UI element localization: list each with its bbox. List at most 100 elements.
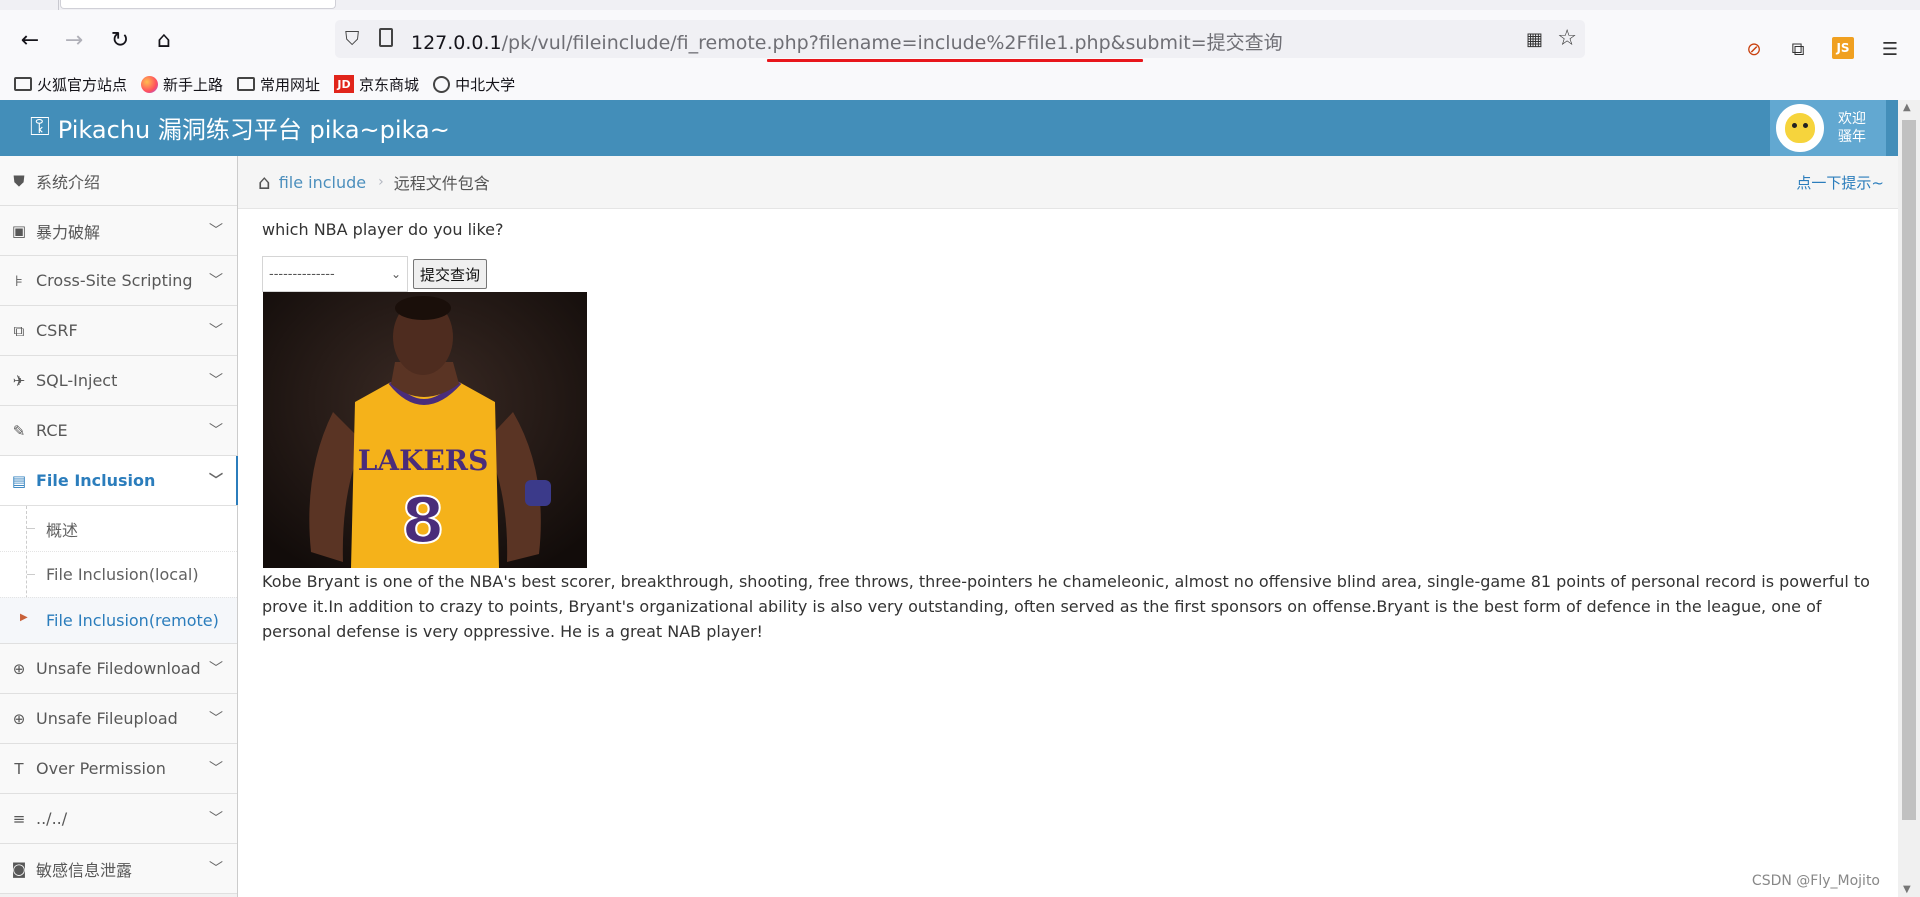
bookmark-item[interactable]: 中北大学	[433, 74, 515, 95]
sidebar-item-label: Over Permission	[36, 759, 166, 778]
url-query: filename=include%2Ffile1.php&submit=提交查询	[818, 32, 1283, 54]
bookmark-label: 常用网址	[260, 75, 321, 94]
bookmark-label: 京东商城	[359, 75, 420, 94]
sidebar-item-sqli[interactable]: ✈ SQL-Inject ﹀	[0, 356, 237, 406]
sidebar-item-fileupload[interactable]: ⊕ Unsafe Fileupload ﹀	[0, 694, 237, 744]
welcome-line2: 骚年	[1838, 129, 1866, 145]
sidebar-item-label: Cross-Site Scripting	[36, 271, 193, 290]
sidebar-item-label: RCE	[36, 421, 68, 440]
page-info-icon[interactable]	[379, 28, 393, 47]
tab-separator	[58, 0, 59, 10]
chevron-down-icon: ﹀	[209, 373, 223, 389]
camera-icon: ◙	[11, 859, 27, 878]
caret-right-icon: ▶	[20, 612, 28, 623]
align-left-icon: ≡	[12, 809, 26, 828]
sidebar-item-info-leak[interactable]: ◙ 敏感信息泄露 ﹀	[0, 844, 237, 894]
firefox-icon	[141, 75, 159, 93]
brand[interactable]: ⚿ Pikachu 漏洞练习平台 pika~pika~	[30, 110, 450, 145]
sidebar-item-bruteforce[interactable]: ▣ 暴力破解 ﹀	[0, 206, 237, 256]
address-bar[interactable]: ⛉ 127.0.0.1/pk/vul/fileinclude/fi_remote…	[335, 20, 1585, 58]
lock-icon: ▣	[11, 221, 27, 240]
app-header: ⚿ Pikachu 漏洞练习平台 pika~pika~ 欢迎 骚年	[0, 100, 1898, 156]
bookmark-item[interactable]: 火狐官方站点	[14, 74, 127, 95]
bookmark-label: 火狐官方站点	[37, 75, 128, 94]
submit-button[interactable]: 提交查询	[413, 259, 488, 289]
bookmark-item[interactable]: 新手上路	[141, 74, 223, 95]
home-icon[interactable]: ⌂	[258, 170, 271, 194]
sidebar-item-intro[interactable]: ⛊ 系统介绍	[0, 156, 237, 206]
browser-tab[interactable]	[60, 0, 336, 9]
kobe-bryant-photo: LAKERS 8	[263, 292, 587, 568]
breadcrumb-current: 远程文件包含	[393, 174, 490, 193]
sidebar-item-label: 系统介绍	[36, 172, 101, 192]
player-description: Kobe Bryant is one of the NBA's best sco…	[262, 572, 1870, 641]
submenu-item-overview[interactable]: 概述	[0, 506, 237, 551]
extensions-icon[interactable]: ⧉	[1786, 37, 1810, 61]
bookmark-item[interactable]: 常用网址	[237, 74, 320, 95]
chevron-down-icon: ﹀	[209, 323, 223, 339]
avatar	[1776, 104, 1824, 152]
tags-icon: ⛊	[13, 171, 25, 190]
home-icon[interactable]: ⌂	[150, 26, 178, 54]
breadcrumb-separator: ›	[378, 174, 384, 190]
sidebar-item-dir-traversal[interactable]: ≡ ../../ ﹀	[0, 794, 237, 844]
qr-code-icon[interactable]: ▦	[1526, 29, 1543, 50]
upload-icon: ⊕	[12, 709, 26, 728]
submenu-item-label: File Inclusion(remote)	[46, 611, 219, 630]
jd-icon: JD	[334, 75, 355, 93]
chevron-down-icon: ﹀	[209, 811, 223, 827]
question-label: which NBA player do you like?	[262, 220, 504, 239]
watermark: CSDN @Fly_Mojito	[1751, 873, 1880, 889]
sidebar-item-label: SQL-Inject	[36, 371, 118, 390]
submenu-item-remote[interactable]: ▶ File Inclusion(remote)	[0, 597, 247, 643]
sidebar-item-csrf[interactable]: ⧉ CSRF ﹀	[0, 306, 237, 356]
back-icon[interactable]: ←	[16, 26, 44, 54]
hint-link[interactable]: 点一下提示~	[1796, 172, 1884, 193]
page-scrollbar[interactable]: ▲ ▼	[1898, 100, 1920, 897]
chevron-down-icon: ﹀	[209, 223, 223, 239]
breadcrumb-link[interactable]: file include	[279, 173, 366, 192]
jersey-text: LAKERS	[358, 444, 489, 477]
chevron-down-icon: ﹀	[209, 861, 223, 877]
key-icon: ⚿	[30, 112, 50, 142]
forward-icon[interactable]: →	[60, 26, 88, 54]
external-link-icon: ⧉	[13, 321, 25, 340]
sidebar-item-file-inclusion[interactable]: ▤ File Inclusion ﹀	[0, 456, 238, 506]
user-menu[interactable]: 欢迎 骚年	[1770, 100, 1886, 156]
bookmark-item[interactable]: JD 京东商城	[334, 74, 419, 95]
sidebar-item-over-permission[interactable]: T Over Permission ﹀	[0, 744, 237, 794]
blocker-extension-icon[interactable]: ⊘	[1742, 37, 1766, 61]
chevron-down-icon: ﹀	[209, 473, 223, 489]
url-host: 127.0.0.1	[411, 32, 502, 54]
sidebar-item-label: Unsafe Filedownload	[36, 659, 201, 678]
sidebar-item-rce[interactable]: ✎ RCE ﹀	[0, 406, 237, 456]
submenu-item-local[interactable]: File Inclusion(local)	[0, 551, 237, 597]
file-inclusion-submenu: 概述 File Inclusion(local) ▶ File Inclusio…	[0, 506, 247, 644]
menu-icon[interactable]: ☰	[1878, 37, 1902, 61]
submenu-item-label: File Inclusion(local)	[46, 565, 199, 584]
url-path: /pk/vul/fileinclude/fi_remote.php?	[501, 32, 819, 54]
sidebar-item-label: 敏感信息泄露	[36, 860, 133, 880]
tree-dash	[27, 528, 35, 529]
scroll-up-icon[interactable]: ▲	[1903, 102, 1911, 113]
shield-icon[interactable]: ⛉	[345, 28, 359, 50]
sidebar-item-label: Unsafe Fileupload	[36, 709, 178, 728]
chevron-down-icon: ﹀	[209, 423, 223, 439]
scrollbar-thumb[interactable]	[1902, 120, 1916, 820]
tab-strip	[0, 0, 1920, 10]
js-extension-icon[interactable]: JS	[1832, 37, 1854, 59]
bookmark-star-icon[interactable]: ☆	[1557, 26, 1577, 51]
reload-icon[interactable]: ↻	[106, 26, 134, 54]
scroll-down-icon[interactable]: ▼	[1903, 884, 1911, 895]
url-text[interactable]: 127.0.0.1/pk/vul/fileinclude/fi_remote.p…	[411, 28, 1283, 55]
welcome-text: 欢迎 骚年	[1838, 110, 1866, 146]
text-height-icon: T	[14, 759, 24, 778]
url-annotation-underline	[767, 59, 1143, 62]
select-value: --------------	[269, 266, 335, 282]
player-select[interactable]: -------------- ⌄	[262, 256, 408, 292]
sidebar-item-label: ../../	[36, 809, 68, 828]
sidebar-item-xss[interactable]: ⊧ Cross-Site Scripting ﹀	[0, 256, 237, 306]
sidebar-item-filedownload[interactable]: ⊕ Unsafe Filedownload ﹀	[0, 644, 237, 694]
sidebar-item-label: 暴力破解	[36, 222, 101, 242]
chevron-down-icon: ﹀	[209, 761, 223, 777]
